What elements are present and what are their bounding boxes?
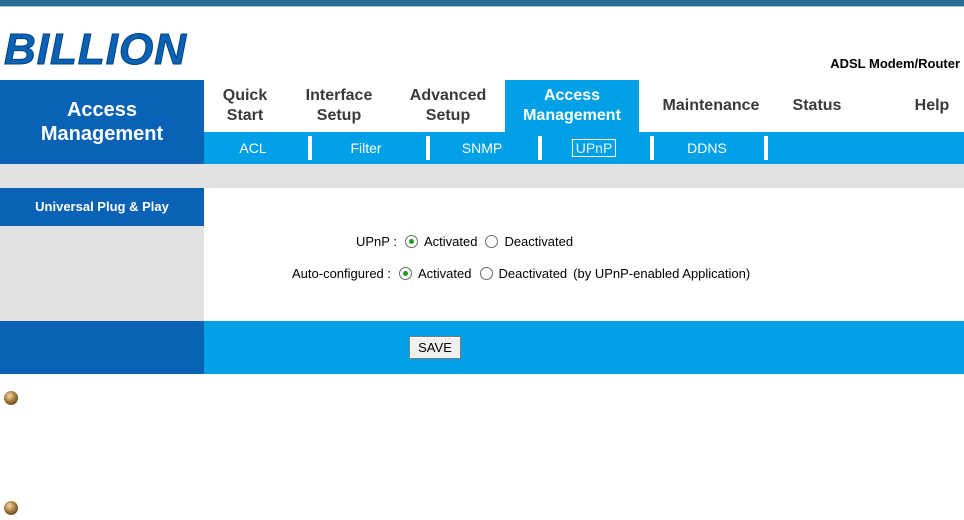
upnp-activated-label: Activated <box>423 234 478 249</box>
auto-configured-label: Auto-configured : <box>292 266 392 281</box>
subnav-snmp[interactable]: SNMP <box>430 132 534 164</box>
top-border <box>0 0 964 7</box>
subnav-acl[interactable]: ACL <box>204 132 302 164</box>
nav-access-management[interactable]: Access Management <box>505 80 639 132</box>
subnav-filter[interactable]: Filter <box>314 132 418 164</box>
nav-help[interactable]: Help <box>904 80 960 132</box>
auto-deactivated-radio[interactable] <box>479 267 493 280</box>
save-bar-left <box>0 321 204 374</box>
auto-activated-label: Activated <box>418 266 472 281</box>
nav-quick-start[interactable]: Quick Start <box>208 80 282 132</box>
bullet-icon <box>4 501 18 515</box>
subnav-separator <box>308 136 312 160</box>
product-name: ADSL Modem/Router <box>830 56 960 71</box>
auto-deactivated-label: Deactivated <box>498 266 568 281</box>
auto-configured-note: (by UPnP-enabled Application) <box>573 266 751 281</box>
upnp-activated-radio[interactable] <box>404 235 418 248</box>
auto-configured-row: Auto-configured : Activated Deactivated … <box>292 266 750 281</box>
save-button[interactable]: SAVE <box>409 336 461 359</box>
nav-interface-setup[interactable]: Interface Setup <box>294 80 384 132</box>
subnav-separator <box>538 136 542 160</box>
subnav-separator <box>764 136 768 160</box>
left-panel <box>0 226 204 321</box>
upnp-deactivated-radio[interactable] <box>485 235 499 248</box>
save-bar <box>0 321 964 374</box>
upnp-label: UPnP : <box>356 234 397 249</box>
subnav-separator <box>650 136 654 160</box>
subnav-ddns[interactable]: DDNS <box>656 132 758 164</box>
billion-logo: BILLION <box>4 26 187 70</box>
upnp-deactivated-label: Deactivated <box>504 234 574 249</box>
main-navigation: Quick Start Interface Setup Advanced Setup … <box>204 80 964 132</box>
auto-activated-radio[interactable] <box>399 267 413 280</box>
nav-advanced-setup[interactable]: Advanced Setup <box>398 80 498 132</box>
subnav-upnp[interactable]: UPnP <box>544 132 644 164</box>
section-title: Access Management <box>0 80 204 164</box>
upnp-row: UPnP : Activated Deactivated <box>356 234 573 249</box>
spacer-strip <box>0 164 964 188</box>
bullet-icon <box>4 391 18 405</box>
nav-status[interactable]: Status <box>782 80 852 132</box>
panel-label: Universal Plug & Play <box>0 188 204 226</box>
sub-navigation: ACL Filter SNMP UPnP DDNS <box>204 132 964 164</box>
svg-text:BILLION: BILLION <box>4 26 187 70</box>
nav-maintenance[interactable]: Maintenance <box>652 80 770 132</box>
